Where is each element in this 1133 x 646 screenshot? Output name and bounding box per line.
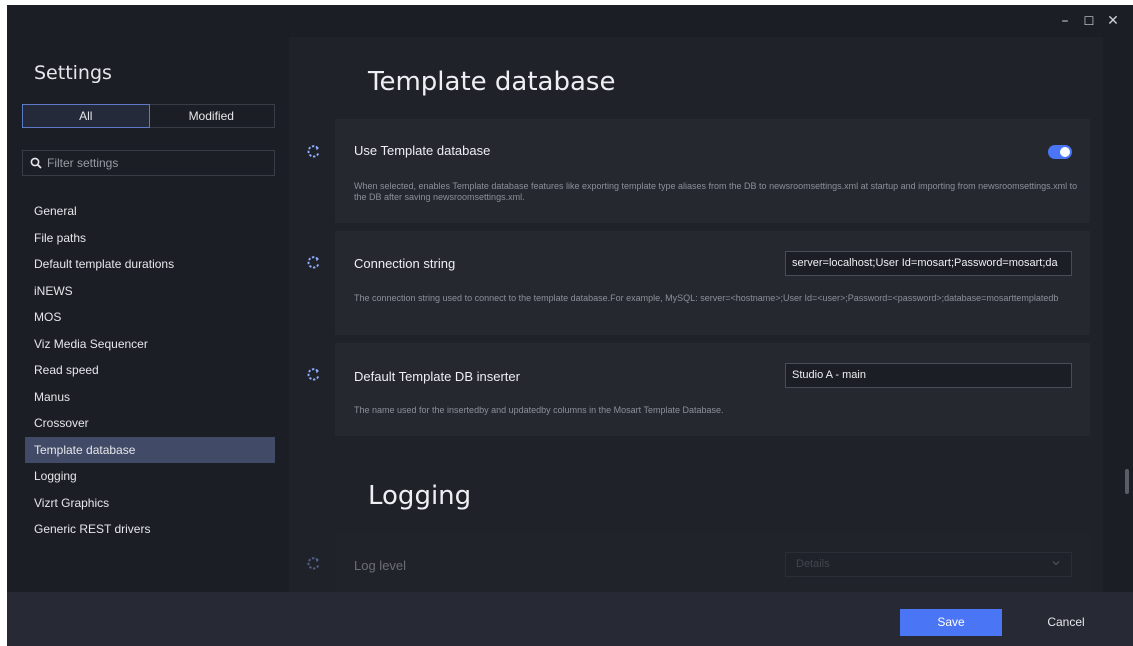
close-button[interactable]: ✕ bbox=[1103, 11, 1123, 31]
search-icon bbox=[30, 157, 42, 169]
title-bar: – ☐ ✕ bbox=[7, 5, 1133, 37]
all-tab[interactable]: All bbox=[22, 104, 150, 128]
settings-nav: General File paths Default template dura… bbox=[25, 198, 275, 543]
nav-item-generic-rest-drivers[interactable]: Generic REST drivers bbox=[25, 516, 275, 543]
nav-item-manus[interactable]: Manus bbox=[25, 384, 275, 411]
save-button[interactable]: Save bbox=[900, 609, 1002, 636]
setting-card-connection-string: Connection string server=localhost;User … bbox=[307, 231, 1090, 335]
reset-icon[interactable] bbox=[306, 144, 321, 159]
setting-card-use-template-database: Use Template database When selected, ena… bbox=[307, 119, 1090, 223]
settings-window: – ☐ ✕ Settings All Modified General File… bbox=[7, 5, 1133, 646]
settings-content: Template database Use Template database … bbox=[289, 37, 1103, 592]
use-template-database-toggle[interactable] bbox=[1048, 145, 1072, 159]
filter-settings-field[interactable] bbox=[22, 150, 275, 176]
footer-bar: Save Cancel bbox=[7, 592, 1133, 646]
nav-item-file-paths[interactable]: File paths bbox=[25, 225, 275, 252]
settings-title: Settings bbox=[34, 62, 112, 84]
setting-title: Connection string bbox=[354, 256, 456, 271]
nav-item-mos[interactable]: MOS bbox=[25, 304, 275, 331]
cancel-button[interactable]: Cancel bbox=[1030, 609, 1102, 636]
nav-item-read-speed[interactable]: Read speed bbox=[25, 357, 275, 384]
reset-icon[interactable] bbox=[306, 367, 321, 382]
connection-string-input[interactable]: server=localhost;User Id=mosart;Password… bbox=[785, 251, 1072, 276]
setting-title: Use Template database bbox=[354, 143, 491, 158]
setting-card-log-level: Log level Details bbox=[307, 533, 1090, 592]
setting-card-default-template-db-inserter: Default Template DB inserter Studio A - … bbox=[307, 343, 1090, 436]
nav-item-crossover[interactable]: Crossover bbox=[25, 410, 275, 437]
default-template-db-inserter-input[interactable]: Studio A - main bbox=[785, 363, 1072, 388]
nav-item-logging[interactable]: Logging bbox=[25, 463, 275, 490]
setting-description: When selected, enables Template database… bbox=[354, 181, 1078, 202]
nav-item-viz-media-sequencer[interactable]: Viz Media Sequencer bbox=[25, 331, 275, 358]
chevron-down-icon bbox=[1052, 561, 1060, 566]
nav-item-template-database[interactable]: Template database bbox=[25, 436, 275, 463]
reset-icon[interactable] bbox=[306, 255, 321, 270]
log-level-select[interactable]: Details bbox=[785, 552, 1072, 577]
nav-item-default-template-durations[interactable]: Default template durations bbox=[25, 251, 275, 278]
nav-item-inews[interactable]: iNEWS bbox=[25, 278, 275, 305]
filter-mode-toggle: All Modified bbox=[22, 104, 275, 128]
setting-description: The connection string used to connect to… bbox=[354, 293, 1059, 303]
setting-title: Default Template DB inserter bbox=[354, 369, 520, 384]
nav-item-vizrt-graphics[interactable]: Vizrt Graphics bbox=[25, 490, 275, 517]
log-level-value: Details bbox=[796, 558, 830, 570]
toggle-knob bbox=[1060, 147, 1070, 157]
maximize-button[interactable]: ☐ bbox=[1079, 11, 1099, 31]
minimize-button[interactable]: – bbox=[1055, 11, 1075, 31]
setting-description: The name used for the insertedby and upd… bbox=[354, 405, 724, 415]
reset-icon[interactable] bbox=[306, 556, 321, 571]
section-heading-template-database: Template database bbox=[368, 67, 616, 97]
modified-tab[interactable]: Modified bbox=[149, 105, 275, 127]
scrollbar-thumb[interactable] bbox=[1125, 469, 1129, 494]
filter-settings-input[interactable] bbox=[47, 151, 267, 175]
section-heading-logging: Logging bbox=[368, 481, 472, 511]
nav-item-general[interactable]: General bbox=[25, 198, 275, 225]
setting-title: Log level bbox=[354, 558, 407, 573]
